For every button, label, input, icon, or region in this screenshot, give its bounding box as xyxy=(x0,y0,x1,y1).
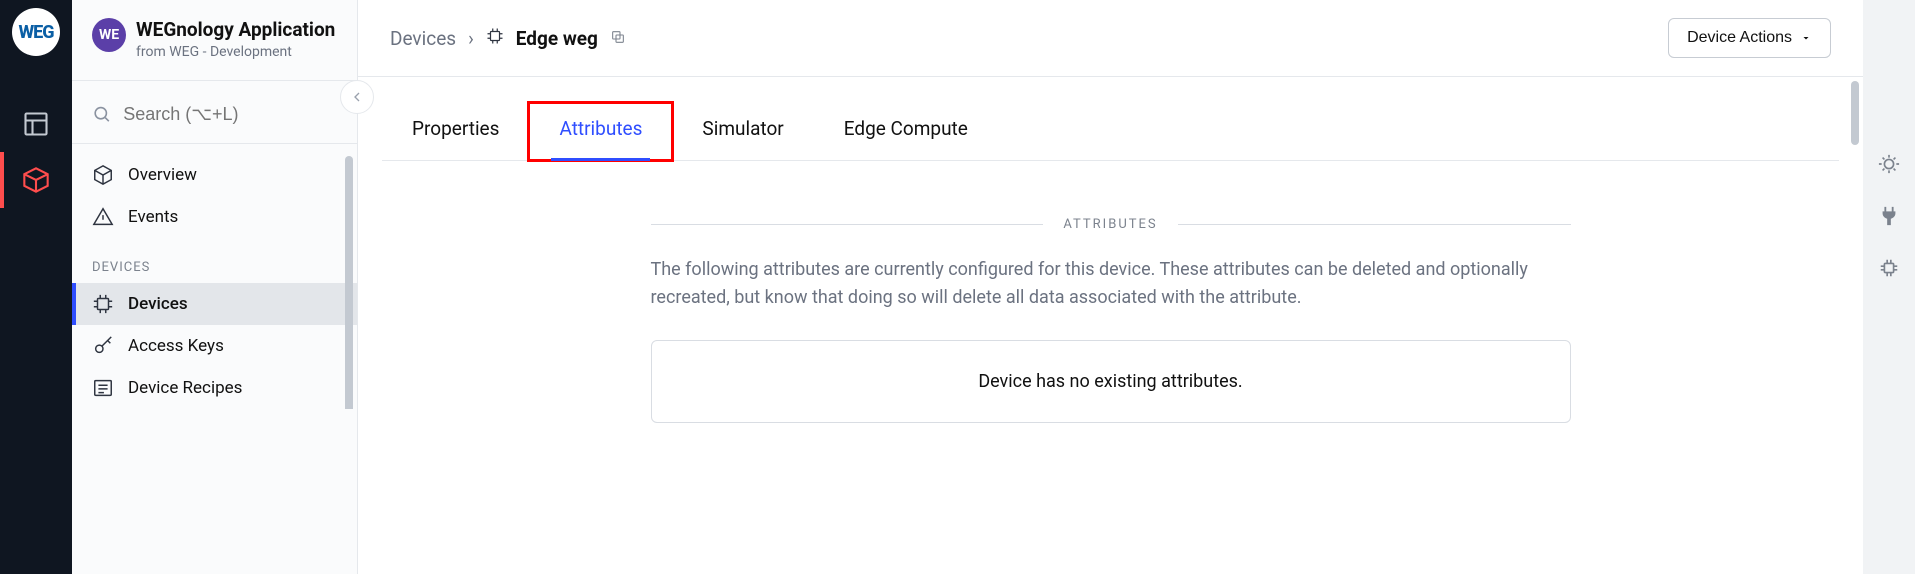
device-actions-label: Device Actions xyxy=(1687,29,1792,47)
sidebar-item-device-recipes[interactable]: Device Recipes xyxy=(72,367,357,409)
app-subtitle: from WEG - Development xyxy=(136,44,335,60)
breadcrumb-root[interactable]: Devices xyxy=(390,27,456,50)
app-badge: WE xyxy=(92,18,126,52)
breadcrumb-separator: › xyxy=(468,27,474,50)
breadcrumb-current: Edge weg xyxy=(516,27,598,50)
device-chip-icon xyxy=(486,27,504,50)
section-description: The following attributes are currently c… xyxy=(651,256,1571,312)
nav-label: Events xyxy=(128,207,178,227)
nav-label: Overview xyxy=(128,165,197,185)
scrollbar[interactable] xyxy=(345,156,353,409)
sidebar-header: WE WEGnology Application from WEG - Deve… xyxy=(72,0,357,81)
key-icon xyxy=(92,335,114,357)
search-input[interactable] xyxy=(123,104,337,125)
tabs: Properties Attributes Simulator Edge Com… xyxy=(382,77,1839,161)
plug-icon xyxy=(1878,205,1900,227)
nav-list: Overview Events DEVICES Devices Access K… xyxy=(72,144,357,409)
breadcrumb: Devices › Edge weg xyxy=(390,27,626,50)
app-title: WEGnology Application xyxy=(136,18,335,41)
nav-label: Devices xyxy=(128,294,188,314)
sidebar-item-access-keys[interactable]: Access Keys xyxy=(72,325,357,367)
divider-line xyxy=(1178,224,1571,225)
nav-label: Access Keys xyxy=(128,336,224,356)
main: Devices › Edge weg Device Actions Proper… xyxy=(358,0,1863,574)
brand-logo[interactable]: WEG xyxy=(12,8,60,56)
caret-down-icon xyxy=(1800,32,1812,44)
chevron-left-icon xyxy=(349,89,365,105)
empty-state: Device has no existing attributes. xyxy=(651,340,1571,423)
divider-line xyxy=(651,224,1044,225)
search-box[interactable] xyxy=(92,103,337,125)
rail-item-dashboard[interactable] xyxy=(0,96,72,152)
tab-attributes[interactable]: Attributes xyxy=(529,103,672,160)
warning-icon xyxy=(92,206,114,228)
tab-simulator[interactable]: Simulator xyxy=(672,103,813,160)
copy-button[interactable] xyxy=(610,27,626,50)
nav-heading-devices: DEVICES xyxy=(72,238,357,283)
cube-icon xyxy=(92,164,114,186)
rail-item-packages[interactable] xyxy=(0,152,72,208)
chip-icon xyxy=(92,293,114,315)
sidebar-item-overview[interactable]: Overview xyxy=(72,154,357,196)
section-heading: ATTRIBUTES xyxy=(1063,217,1157,232)
nav-label: Device Recipes xyxy=(128,378,242,398)
rail-debug-button[interactable] xyxy=(1875,150,1903,178)
tab-properties[interactable]: Properties xyxy=(382,103,529,160)
scrollbar[interactable] xyxy=(1851,81,1859,145)
topbar: Devices › Edge weg Device Actions xyxy=(358,0,1863,77)
dashboard-icon xyxy=(22,110,50,138)
search-icon xyxy=(92,103,111,125)
sidebar: WE WEGnology Application from WEG - Deve… xyxy=(72,0,358,574)
bug-icon xyxy=(1878,153,1900,175)
rail-power-button[interactable] xyxy=(1875,202,1903,230)
search-wrap xyxy=(72,81,357,144)
tab-edge-compute[interactable]: Edge Compute xyxy=(814,103,998,160)
sidebar-item-devices[interactable]: Devices xyxy=(72,283,357,325)
content: Properties Attributes Simulator Edge Com… xyxy=(358,77,1863,574)
sidebar-collapse-button[interactable] xyxy=(340,80,374,114)
section-divider: ATTRIBUTES xyxy=(651,217,1571,232)
copy-icon xyxy=(610,29,626,45)
package-icon xyxy=(22,166,50,194)
rail-config-button[interactable] xyxy=(1875,254,1903,282)
chip-config-icon xyxy=(1878,257,1900,279)
attributes-section: ATTRIBUTES The following attributes are … xyxy=(651,217,1571,423)
device-actions-button[interactable]: Device Actions xyxy=(1668,18,1831,58)
recipe-icon xyxy=(92,377,114,399)
sidebar-item-events[interactable]: Events xyxy=(72,196,357,238)
icon-rail: WEG xyxy=(0,0,72,574)
right-rail xyxy=(1863,0,1915,574)
brand-logo-text: WEG xyxy=(18,22,53,43)
